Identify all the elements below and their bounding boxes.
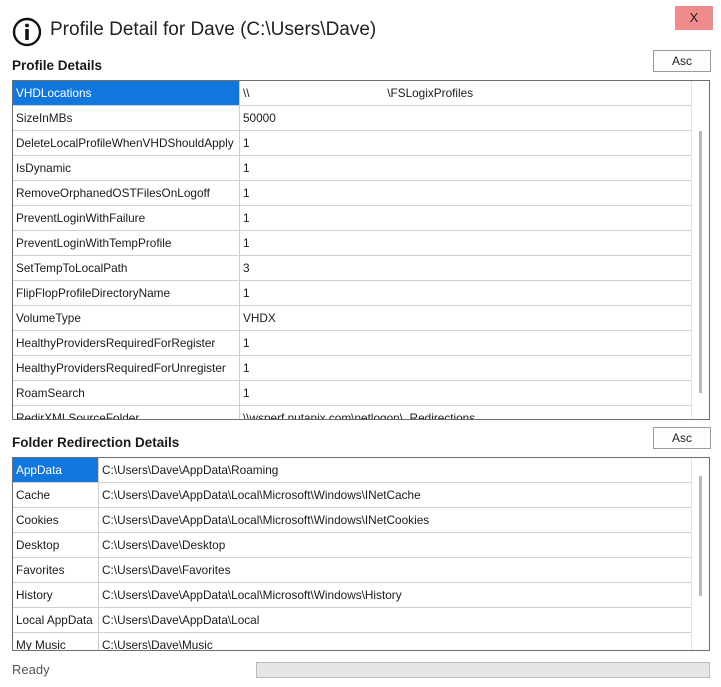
table-row[interactable]: RedirXMLSourceFolder \\wsperf.nutanix.com… [13,406,709,419]
table-row[interactable]: FlipFlopProfileDirectoryName 1 [13,281,709,306]
table-row[interactable]: RemoveOrphanedOSTFilesOnLogoff 1 [13,181,709,206]
table-row[interactable]: HealthyProvidersRequiredForRegister 1 [13,331,709,356]
table-row[interactable]: VolumeType VHDX [13,306,709,331]
profile-scrollbar[interactable] [691,81,709,419]
row-value[interactable]: C:\Users\Dave\AppData\Local\Microsoft\Wi… [99,508,690,532]
table-row[interactable]: Local AppData C:\Users\Dave\AppData\Local [13,608,709,633]
row-key[interactable]: SizeInMBs [13,106,240,130]
row-value[interactable]: C:\Users\Dave\AppData\Local\Microsoft\Wi… [99,483,690,507]
folder-sort-button[interactable]: Asc [653,427,711,449]
table-row[interactable]: RoamSearch 1 [13,381,709,406]
table-row[interactable]: IsDynamic 1 [13,156,709,181]
status-text: Ready [12,662,50,677]
row-value[interactable]: 3 [240,256,690,280]
row-value[interactable]: 1 [240,281,690,305]
row-key[interactable]: VHDLocations [13,81,240,105]
row-key[interactable]: RedirXMLSourceFolder [13,406,240,419]
table-row[interactable]: VHDLocations \\ \FSLogixProfiles [13,81,709,106]
row-key[interactable]: SetTempToLocalPath [13,256,240,280]
table-row[interactable]: PreventLoginWithFailure 1 [13,206,709,231]
table-row[interactable]: DeleteLocalProfileWhenVHDShouldApply 1 [13,131,709,156]
row-value[interactable]: C:\Users\Dave\Favorites [99,558,690,582]
table-row[interactable]: Favorites C:\Users\Dave\Favorites [13,558,709,583]
row-value[interactable]: \\ \FSLogixProfiles [240,81,690,105]
row-key[interactable]: PreventLoginWithTempProfile [13,231,240,255]
close-button[interactable]: X [675,6,713,30]
row-key[interactable]: RemoveOrphanedOSTFilesOnLogoff [13,181,240,205]
row-value[interactable]: C:\Users\Dave\AppData\Local [99,608,690,632]
row-key[interactable]: Desktop [13,533,99,557]
table-row[interactable]: SetTempToLocalPath 3 [13,256,709,281]
table-row[interactable]: AppData C:\Users\Dave\AppData\Roaming [13,458,709,483]
row-value[interactable]: 1 [240,231,690,255]
folder-scrollbar[interactable] [691,458,709,650]
table-row[interactable]: History C:\Users\Dave\AppData\Local\Micro… [13,583,709,608]
info-icon [12,17,42,47]
window-title: Profile Detail for Dave (C:\Users\Dave) [50,19,377,40]
row-key[interactable]: HealthyProvidersRequiredForUnregister [13,356,240,380]
folder-scrollbar-thumb[interactable] [699,476,702,596]
row-value[interactable]: 1 [240,156,690,180]
row-key[interactable]: VolumeType [13,306,240,330]
row-key[interactable]: FlipFlopProfileDirectoryName [13,281,240,305]
row-key[interactable]: Local AppData [13,608,99,632]
folder-redirection-heading: Folder Redirection Details [12,435,180,450]
row-key[interactable]: HealthyProvidersRequiredForRegister [13,331,240,355]
table-row[interactable]: PreventLoginWithTempProfile 1 [13,231,709,256]
row-key[interactable]: PreventLoginWithFailure [13,206,240,230]
row-value[interactable]: \\wsperf.nutanix.com\netlogon\_Redirecti… [240,406,690,419]
row-key[interactable]: RoamSearch [13,381,240,405]
table-row[interactable]: HealthyProvidersRequiredForUnregister 1 [13,356,709,381]
row-key[interactable]: Cache [13,483,99,507]
row-key[interactable]: AppData [13,458,99,482]
row-value[interactable]: 1 [240,206,690,230]
table-row[interactable]: SizeInMBs 50000 [13,106,709,131]
row-key[interactable]: History [13,583,99,607]
row-key[interactable]: Favorites [13,558,99,582]
row-value[interactable]: 1 [240,381,690,405]
row-value[interactable]: C:\Users\Dave\Desktop [99,533,690,557]
profile-scrollbar-thumb[interactable] [699,131,702,393]
row-key[interactable]: IsDynamic [13,156,240,180]
row-key[interactable]: My Music [13,633,99,650]
row-value[interactable]: VHDX [240,306,690,330]
profile-sort-button[interactable]: Asc [653,50,711,72]
table-row[interactable]: My Music C:\Users\Dave\Music [13,633,709,650]
row-value[interactable]: C:\Users\Dave\AppData\Roaming [99,458,690,482]
row-value[interactable]: C:\Users\Dave\AppData\Local\Microsoft\Wi… [99,583,690,607]
table-row[interactable]: Desktop C:\Users\Dave\Desktop [13,533,709,558]
row-value[interactable]: C:\Users\Dave\Music [99,633,690,650]
table-row[interactable]: Cookies C:\Users\Dave\AppData\Local\Micro… [13,508,709,533]
progress-bar [256,662,710,678]
profile-details-grid[interactable]: VHDLocations \\ \FSLogixProfiles SizeInMBs… [12,80,710,420]
folder-redirection-grid[interactable]: AppData C:\Users\Dave\AppData\Roaming Cach… [12,457,710,651]
row-value[interactable]: 1 [240,181,690,205]
profile-details-heading: Profile Details [12,58,103,73]
row-value[interactable]: 50000 [240,106,690,130]
table-row[interactable]: Cache C:\Users\Dave\AppData\Local\Microso… [13,483,709,508]
row-value[interactable]: 1 [240,131,690,155]
row-key[interactable]: DeleteLocalProfileWhenVHDShouldApply [13,131,240,155]
row-key[interactable]: Cookies [13,508,99,532]
row-value[interactable]: 1 [240,331,690,355]
row-value[interactable]: 1 [240,356,690,380]
